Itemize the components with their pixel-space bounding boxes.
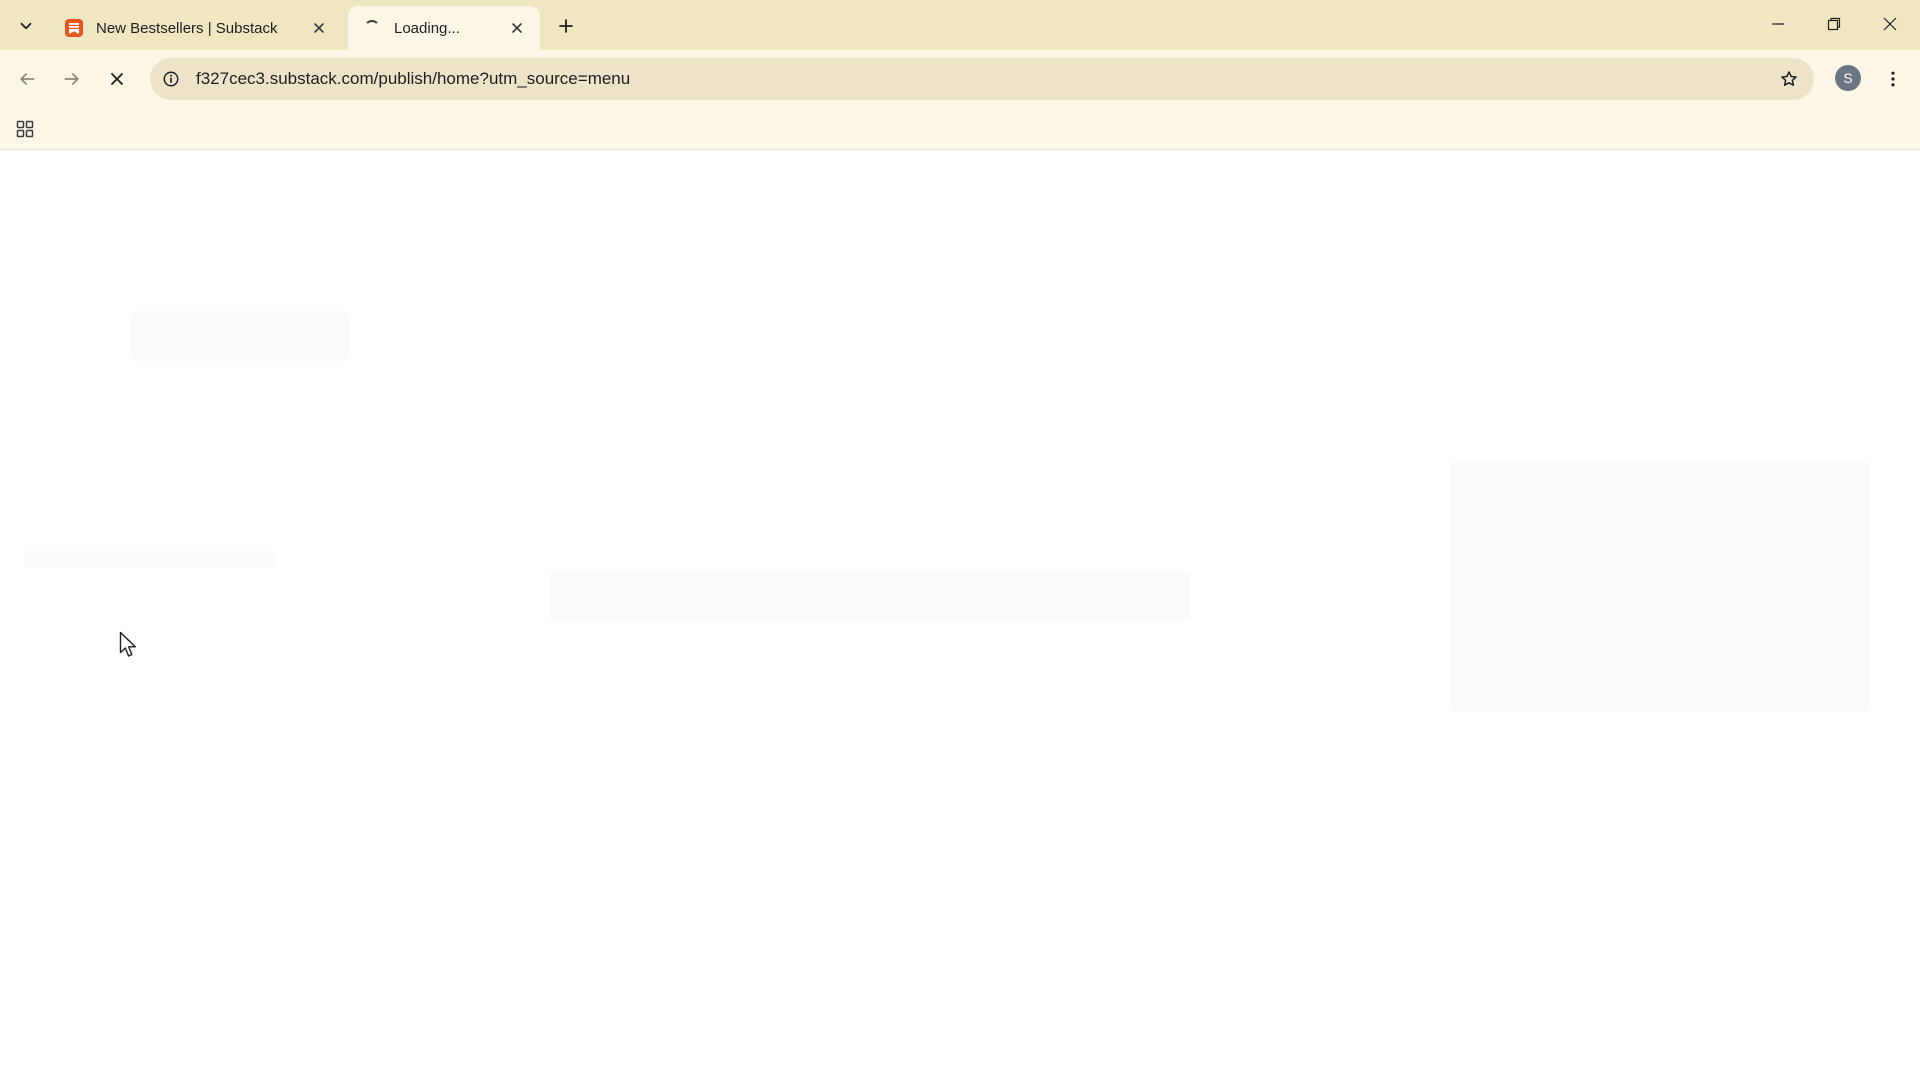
- tab-loading[interactable]: Loading...: [348, 6, 540, 50]
- tab-title: Loading...: [394, 19, 460, 37]
- restore-icon: [1827, 17, 1841, 31]
- close-icon: [1883, 17, 1897, 31]
- tab-search-button[interactable]: [10, 10, 42, 42]
- mouse-cursor-icon: [119, 631, 136, 657]
- new-tab-button[interactable]: [552, 12, 580, 40]
- address-bar[interactable]: f327cec3.substack.com/publish/home?utm_s…: [150, 58, 1814, 100]
- url-text[interactable]: f327cec3.substack.com/publish/home?utm_s…: [196, 69, 1772, 89]
- loading-placeholder: [1450, 461, 1870, 711]
- browser-toolbar: f327cec3.substack.com/publish/home?utm_s…: [0, 50, 1920, 108]
- grid-icon: [16, 120, 34, 138]
- forward-button[interactable]: [55, 62, 89, 96]
- restore-button[interactable]: [1806, 0, 1862, 48]
- loading-spinner-icon: [362, 18, 382, 38]
- window-close-button[interactable]: [1862, 0, 1918, 48]
- stop-loading-button[interactable]: [100, 62, 134, 96]
- bookmarks-bar: [0, 108, 1920, 150]
- bookmark-star-button[interactable]: [1772, 62, 1806, 96]
- minimize-button[interactable]: [1750, 0, 1806, 48]
- site-info-icon[interactable]: [156, 64, 186, 94]
- tab-strip: New Bestsellers | Substack Loading...: [0, 0, 1920, 50]
- plus-icon: [559, 19, 573, 33]
- browser-menu-button[interactable]: [1876, 62, 1910, 96]
- arrow-left-icon: [20, 73, 35, 85]
- page-content-loading: [0, 151, 1920, 1080]
- loading-placeholder: [550, 571, 1190, 621]
- tab-title: New Bestsellers | Substack: [96, 19, 278, 37]
- minimize-icon: [1772, 23, 1784, 25]
- back-button[interactable]: [10, 62, 44, 96]
- substack-logo-icon: [64, 18, 84, 38]
- close-icon: [111, 73, 123, 85]
- tab-close-button[interactable]: [506, 17, 528, 39]
- browser-window: New Bestsellers | Substack Loading... f3…: [0, 0, 1920, 1080]
- close-icon: [314, 23, 324, 33]
- tab-close-button[interactable]: [308, 17, 330, 39]
- chevron-down-icon: [20, 22, 32, 30]
- loading-placeholder: [130, 311, 350, 361]
- apps-button[interactable]: [10, 114, 40, 144]
- star-icon: [1781, 71, 1797, 86]
- profile-avatar[interactable]: S: [1835, 65, 1861, 91]
- tab-new-bestsellers[interactable]: New Bestsellers | Substack: [50, 6, 342, 50]
- loading-placeholder: [25, 551, 275, 567]
- arrow-right-icon: [64, 73, 79, 85]
- close-icon: [512, 23, 522, 33]
- more-vertical-icon: [1891, 71, 1895, 87]
